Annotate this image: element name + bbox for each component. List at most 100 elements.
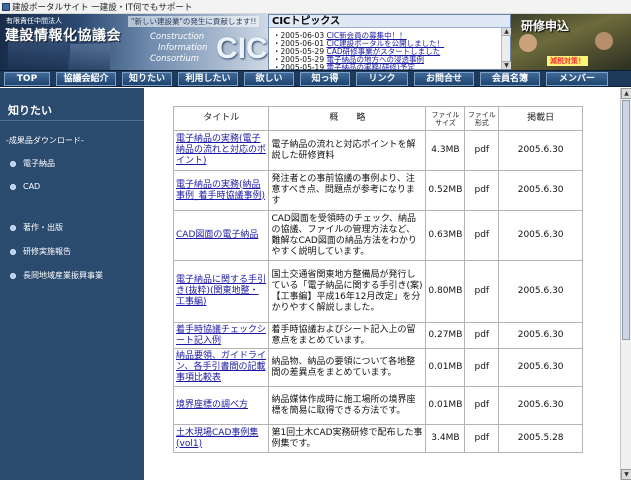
scroll-thumb[interactable] (622, 100, 630, 340)
document-link[interactable]: 電子納品に関する手引き(抜粋)(関東地整・工事編) (176, 275, 266, 307)
row-summary: 国土交通省関東地方整備局が発行している「電子納品に関する手引き(案)【工事編】平… (268, 260, 427, 323)
col-header-format: ファイル形式 (464, 106, 500, 131)
topics-scrollbar[interactable]: ▲ ▼ (501, 28, 511, 69)
row-size: 3.4MB (425, 424, 466, 453)
sidebar-title: 知りたい (8, 104, 52, 117)
table-row: CAD図面の電子納品 CAD図面を受領時のチェック、納品の協議、ファイルの管理方… (172, 210, 583, 261)
row-format: pdf (464, 130, 500, 171)
row-title-cell: 電子納品に関する手引き(抜粋)(関東地整・工事編) (172, 260, 270, 323)
table-row: 境界座標の調べ方 納品媒体作成時に施工場所の境界座標を簡易に取得できる方法です。… (172, 386, 583, 425)
row-date: 2005.6.30 (498, 210, 583, 261)
page-scrollbar[interactable]: ▲ ▼ (620, 88, 631, 480)
building-graphic (70, 44, 110, 70)
col-header-summary: 概 略 (268, 106, 427, 131)
row-format: pdf (464, 322, 500, 349)
document-link[interactable]: CAD図面の電子納品 (176, 230, 258, 240)
nav-members[interactable]: メンバー (546, 72, 608, 86)
nav-riyou[interactable]: 利用したい (178, 72, 238, 86)
row-date: 2005.6.30 (498, 322, 583, 349)
nav-shiritai[interactable]: 知りたい (122, 72, 172, 86)
row-title-cell: 電子納品の実務(納品事例_着手時協議事例) (172, 170, 270, 211)
row-date: 2005.6.30 (498, 386, 583, 425)
row-size: 4.3MB (425, 130, 466, 171)
slogan: "新しい建設業"の発生に貢献します!! (128, 16, 260, 27)
document-link[interactable]: 電子納品の実務(電子納品の流れと対応のポイント) (176, 134, 266, 166)
row-summary: 納品媒体作成時に施工場所の境界座標を簡易に取得できる方法です。 (268, 386, 427, 425)
banner-word-information: Information (158, 43, 208, 53)
downloads-table: タイトル 概 略 ファイルサイズ ファイル形式 掲載日 電子納品の実務(電子納品… (172, 106, 583, 453)
document-link[interactable]: 納品要領、ガイドライン、各手引書間の記載事項比較表 (176, 351, 266, 383)
topics-box: CICトピックス ・2005-06-03 CIC新会員の募集中！！ ・2005-… (268, 14, 511, 72)
bullet-icon (10, 183, 16, 190)
nav-contact[interactable]: お問合せ (414, 72, 474, 86)
bullet-icon (10, 160, 16, 167)
nav-hoshii[interactable]: 欲しい (244, 72, 294, 86)
main-content: タイトル 概 略 ファイルサイズ ファイル形式 掲載日 電子納品の実務(電子納品… (144, 88, 620, 480)
table-row: 電子納品の実務(納品事例_着手時協議事例) 発注者との事前協議の事例より、注意す… (172, 170, 583, 211)
row-summary: 納品物、納品の要領について各地整間の差異点をまとめています。 (268, 348, 427, 387)
training-subtitle: 減税対策！ (547, 56, 588, 66)
row-size: 0.63MB (425, 210, 466, 261)
scroll-down-icon[interactable]: ▼ (621, 469, 631, 480)
row-summary: 着手時協議およびシート記入上の留意点をまとめています。 (268, 322, 427, 349)
person-graphic (519, 34, 537, 52)
row-size: 0.80MB (425, 260, 466, 323)
sidebar-item-training-report[interactable]: 研修実施報告 (10, 246, 71, 257)
sidebar-item-denshi-nohin[interactable]: 電子納品 (10, 158, 55, 169)
row-date: 2005.6.30 (498, 260, 583, 323)
row-date: 2005.6.30 (498, 170, 583, 211)
row-format: pdf (464, 210, 500, 261)
row-size: 0.52MB (425, 170, 466, 211)
document-link[interactable]: 電子納品の実務(納品事例_着手時協議事例) (176, 180, 265, 201)
bullet-icon (10, 224, 16, 231)
row-title-cell: 土木現場CAD事例集(vol1) (172, 424, 270, 453)
scroll-down-icon[interactable]: ▼ (502, 61, 511, 69)
document-link[interactable]: 着手時協議チェックシート記入例 (176, 325, 266, 346)
banner-word-construction: Construction (150, 32, 205, 42)
main-nav: TOP 協議会紹介 知りたい 利用したい 欲しい 知っ得 リンク お問合せ 会員… (0, 70, 631, 87)
bullet-icon (10, 272, 16, 279)
col-header-size: ファイルサイズ (425, 106, 466, 131)
table-row: 電子納品の実務(電子納品の流れと対応のポイント) 電子納品の流れと対応ポイントを… (172, 130, 583, 171)
row-size: 0.01MB (425, 348, 466, 387)
nav-about[interactable]: 協議会紹介 (56, 72, 116, 86)
row-summary: 電子納品の流れと対応ポイントを解説した研修資料 (268, 130, 427, 171)
row-title-cell: 境界座標の調べ方 (172, 386, 270, 425)
nav-members-list[interactable]: 会員名簿 (480, 72, 540, 86)
document-link[interactable]: 境界座標の調べ方 (176, 400, 248, 410)
sidebar-item-nagaoka[interactable]: 長岡地域産業振興事業 (10, 270, 103, 281)
table-row: 着手時協議チェックシート記入例 着手時協議およびシート記入上の留意点をまとめてい… (172, 322, 583, 349)
person-graphic (595, 32, 613, 50)
col-header-title: タイトル (172, 106, 270, 131)
training-banner[interactable]: 研修申込 減税対策！ (511, 14, 631, 70)
left-sidebar: 知りたい -成果品ダウンロード- 電子納品 CAD 著作・出版 研修実施報告 長… (0, 88, 144, 480)
row-format: pdf (464, 170, 500, 211)
row-summary: 発注者との事前協議の事例より、注意すべき点、問題点が参考になります (268, 170, 427, 211)
portal-icon (2, 3, 10, 11)
row-format: pdf (464, 260, 500, 323)
table-row: 電子納品に関する手引き(抜粋)(関東地整・工事編) 国土交通省関東地方整備局が発… (172, 260, 583, 323)
row-title-cell: 納品要領、ガイドライン、各手引書間の記載事項比較表 (172, 348, 270, 387)
nav-top[interactable]: TOP (4, 72, 50, 86)
top-strip-text: 建設ポータルサイト 一建設・IT何でもサポート (12, 3, 193, 13)
sidebar-item-publications[interactable]: 著作・出版 (10, 222, 63, 233)
banner-word-consortium: Consortium (150, 54, 200, 64)
scroll-up-icon[interactable]: ▲ (502, 28, 511, 36)
row-format: pdf (464, 348, 500, 387)
scroll-up-icon[interactable]: ▲ (621, 88, 631, 99)
nav-shittoku[interactable]: 知っ得 (300, 72, 350, 86)
sidebar-section-label: -成果品ダウンロード- (6, 136, 84, 145)
row-summary: 第1回土木CAD実務研修で配布した事例集です。 (268, 424, 427, 453)
document-link[interactable]: 土木現場CAD事例集(vol1) (176, 428, 258, 449)
row-format: pdf (464, 386, 500, 425)
training-title: 研修申込 (521, 19, 570, 33)
nav-link[interactable]: リンク (356, 72, 408, 86)
row-date: 2005.5.28 (498, 424, 583, 453)
row-date: 2005.6.30 (498, 348, 583, 387)
top-strip: 建設ポータルサイト 一建設・IT何でもサポート (0, 0, 631, 14)
table-header-row: タイトル 概 略 ファイルサイズ ファイル形式 掲載日 (172, 106, 583, 131)
sidebar-item-cad[interactable]: CAD (10, 182, 40, 191)
topics-title: CICトピックス (269, 15, 510, 28)
row-summary: CAD図面を受領時のチェック、納品の協議、ファイルの管理方法など、難解なCAD図… (268, 210, 427, 261)
site-banner[interactable]: 有限責任中間法人 建設情報化協議会 "新しい建設業"の発生に貢献します!! Co… (0, 14, 268, 70)
